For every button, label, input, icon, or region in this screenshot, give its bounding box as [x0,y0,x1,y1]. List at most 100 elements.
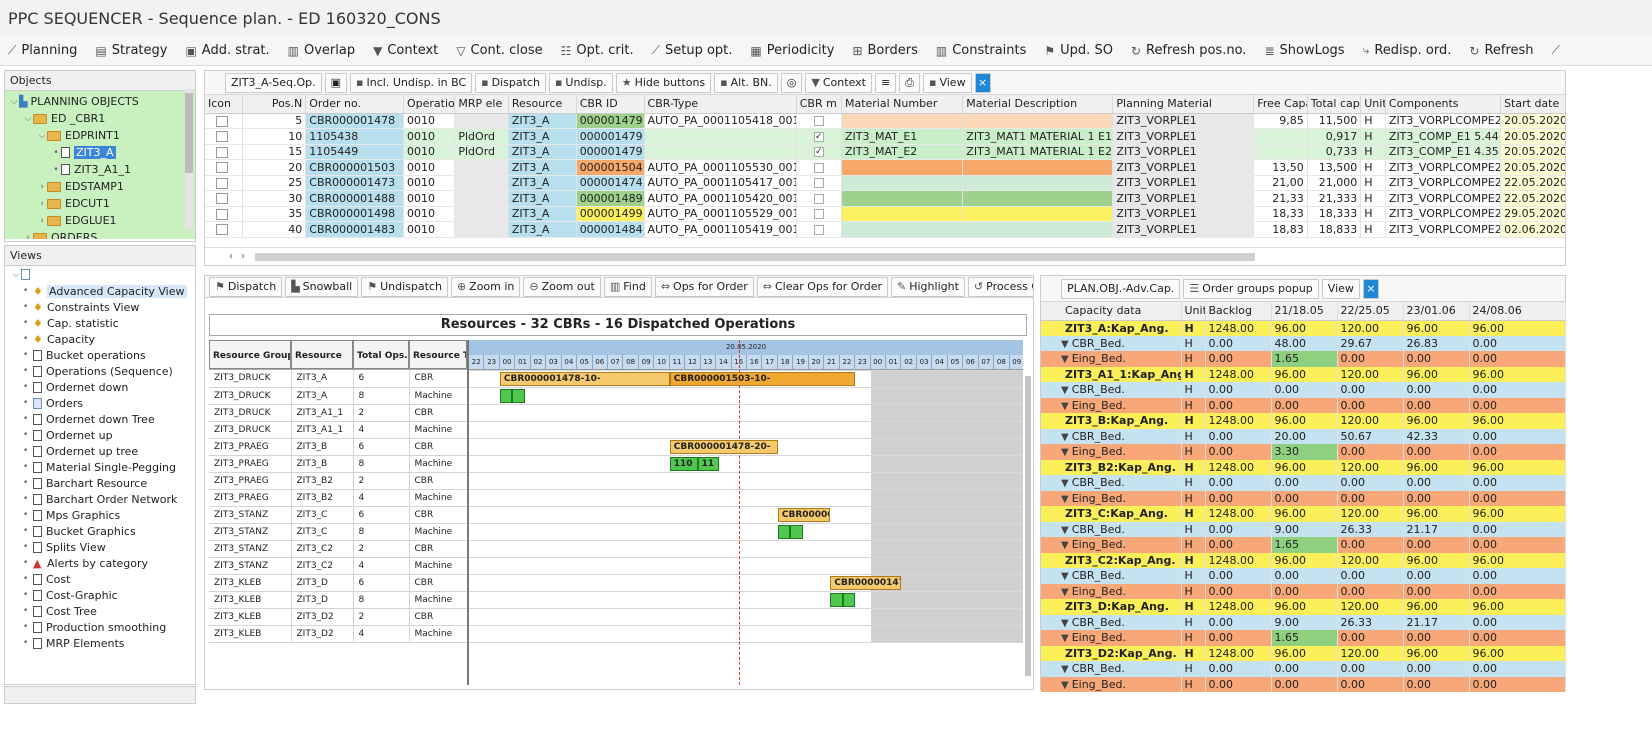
column-header[interactable]: CBR m [796,95,842,114]
checked-icon[interactable]: ✓ [813,131,824,142]
resource-row[interactable]: ZIT3_KLEB ZIT3_D2 4 Machine [209,625,467,643]
gantt-snowball-button[interactable]: ▙ Snowball [285,276,359,297]
column-header[interactable]: CBR-Type [644,95,797,114]
capacity-column-header[interactable]: Backlog [1205,302,1272,321]
column-header[interactable]: Material Description [962,95,1114,114]
column-header[interactable]: Components [1385,95,1502,114]
column-header[interactable]: MRP ele [454,95,509,114]
gantt-zoom-in-button[interactable]: ⊕ Zoom in [450,276,521,297]
resource-row[interactable]: ZIT3_DRUCK ZIT3_A 6 CBR [209,370,467,388]
binoculars-icon[interactable]: ◎ [780,72,803,93]
column-header[interactable]: Total capr [1307,95,1362,114]
resource-column-header[interactable]: Resource [291,340,353,369]
row-icon[interactable] [205,206,243,222]
capacity-row[interactable]: ▼ Eing_Bed. H 0.00 0.00 0.00 0.00 0.00 [1041,583,1566,599]
tree-node[interactable]: ⌵ ▙ PLANNING OBJECTS [9,93,195,110]
toolbar-opt-crit--button[interactable]: ☷ Opt. crit. [561,43,634,58]
table-row[interactable]: 5 CBR000001478 0010 ZIT3_A 000001479 AUTO_PA_… [205,113,1565,129]
capacity-row[interactable]: ZIT3_C2:Kap_Ang. H 1248.00 96.00 120.00 96.00… [1041,552,1566,568]
expand-icon[interactable]: ⌵ [9,97,19,107]
tree-node[interactable]: ⌵ ED _CBR1 [9,110,195,127]
gantt-dispatch-button[interactable]: ⚑ Dispatch [209,276,283,297]
toolbar-cont-close-button[interactable]: ▽ Cont. close [456,43,542,58]
view-item[interactable]: • Bucket operations [23,347,195,363]
capacity-title-button[interactable]: PLAN.OBJ.-Adv.Cap. [1061,278,1181,299]
expand-icon[interactable]: ⌵ [37,131,47,141]
unchecked-icon[interactable] [813,193,824,204]
overflow-filter-icon[interactable]: ⟋ [1552,43,1560,58]
resource-row[interactable]: ZIT3_KLEB ZIT3_D 8 Machine [209,591,467,609]
gantt-bar[interactable]: 11 [697,457,720,471]
view-item[interactable]: • Cost [23,571,195,587]
column-header[interactable]: Order no. [305,95,404,114]
views-root[interactable]: ⌵ [5,266,195,283]
gantt-bar[interactable] [830,593,843,607]
view-item[interactable]: • ♦ Capacity [23,331,195,347]
capacity-row[interactable]: ▼ CBR_Bed. H 0.00 48.00 29.67 26.83 0.00 [1041,335,1566,351]
gantt-vscroll[interactable] [1025,376,1031,676]
resource-row[interactable]: ZIT3_STANZ ZIT3_C 6 CBR [209,506,467,524]
resource-row[interactable]: ZIT3_PRAEG ZIT3_B 6 CBR [209,438,467,456]
gantt-bar[interactable]: CBR000001478-20- [669,440,778,454]
tree-node[interactable]: • ZIT3_A [9,144,195,161]
seq-hide-buttons-button[interactable]: ★ Hide buttons [615,72,712,93]
column-header[interactable]: Pos.N [242,95,307,114]
resource-column-header[interactable]: Resource T [409,340,467,369]
column-header[interactable]: Start date [1500,95,1565,114]
table-row[interactable]: 30 CBR000001488 0010 ZIT3_A 000001489 AUTO_PA… [205,190,1565,207]
toolbar-borders-button[interactable]: ⊞ Borders [852,43,917,58]
seq-incl-undisp-in-bc-button[interactable]: ▪ Incl. Undisp. in BC [350,72,473,93]
toolbar-overlap-button[interactable]: ▥ Overlap [288,43,355,58]
tree-node[interactable]: ⌵ EDPRINT1 [9,127,195,144]
view-item[interactable]: • MRP Elements [23,635,195,651]
unchecked-icon[interactable] [813,209,824,220]
gantt-bar[interactable]: CBR000001503-10- [669,372,856,386]
order-groups-popup-button[interactable]: ☰ Order groups popup [1183,278,1319,299]
column-header[interactable]: Resource [508,95,577,114]
cbr-checkbox[interactable] [796,159,842,176]
capacity-row[interactable]: ZIT3_B2:Kap_Ang. H 1248.00 96.00 120.00 96.00… [1041,459,1566,475]
scroll-left-icon[interactable]: ‹ [229,251,233,262]
close-icon[interactable]: × [974,72,991,93]
table-row[interactable]: 10 1105438 0010 PldOrd ZIT3_A 000001479 ✓ ZIT3_… [205,128,1565,145]
view-item[interactable]: • Material Single-Pegging [23,459,195,475]
capacity-column-header[interactable]: 22/25.05 [1337,302,1404,321]
capacity-row[interactable]: ▼ Eing_Bed. H 0.00 0.00 0.00 0.00 0.00 [1041,397,1566,413]
gantt-bar[interactable]: CBR00000 [777,508,831,522]
resource-row[interactable]: ZIT3_PRAEG ZIT3_B2 4 Machine [209,489,467,507]
view-item[interactable]: • Cost Tree [23,603,195,619]
view-item[interactable]: • Barchart Order Network [23,491,195,507]
gantt-bar[interactable] [790,525,803,539]
column-header[interactable]: Icon [205,95,243,114]
align-icon[interactable]: ≡ [874,72,897,93]
view-item[interactable]: • ▲ Alerts by category [23,555,195,571]
gantt-bar[interactable] [842,593,856,607]
gantt-bar[interactable]: CBR000001478-10- [499,372,670,386]
capacity-row[interactable]: ▼ Eing_Bed. H 0.00 0.00 0.00 0.00 0.00 [1041,490,1566,506]
toolbar-redisp-ord--button[interactable]: ⤷ Redisp. ord. [1363,43,1452,58]
resource-row[interactable]: ZIT3_KLEB ZIT3_D 6 CBR [209,574,467,592]
capacity-row[interactable]: ▼ CBR_Bed. H 0.00 0.00 0.00 0.00 0.00 [1041,568,1566,584]
toolbar-refresh-pos-no--button[interactable]: ↻ Refresh pos.no. [1131,43,1247,58]
row-detail-icon[interactable] [216,162,228,174]
grid-settings-icon[interactable]: ▣ [324,72,348,93]
sequence-hscroll[interactable]: ‹ › [205,247,1565,265]
toolbar-strategy-button[interactable]: ▤ Strategy [95,43,167,58]
resource-row[interactable]: ZIT3_PRAEG ZIT3_B2 2 CBR [209,472,467,490]
row-icon[interactable] [205,128,243,145]
row-detail-icon[interactable] [216,131,228,143]
view-item[interactable]: • Cost-Graphic [23,587,195,603]
sequence-title-button[interactable]: ZIT3_A-Seq.Op. [225,72,322,93]
unchecked-icon[interactable] [813,162,824,173]
view-item[interactable]: • Orders [23,395,195,411]
view-item[interactable]: • ♦ Constraints View [23,299,195,315]
resource-row[interactable]: ZIT3_STANZ ZIT3_C2 4 Machine [209,557,467,575]
view-item[interactable]: • Barchart Resource [23,475,195,491]
objects-scrollbar[interactable] [185,89,193,229]
row-detail-icon[interactable] [216,193,228,205]
collapse-icon[interactable]: › [37,216,47,226]
cbr-checkbox[interactable] [796,221,842,238]
tree-node[interactable]: › EDCUT1 [9,195,195,212]
collapse-icon[interactable]: › [37,199,47,209]
view-item[interactable]: • Ordernet down [23,379,195,395]
